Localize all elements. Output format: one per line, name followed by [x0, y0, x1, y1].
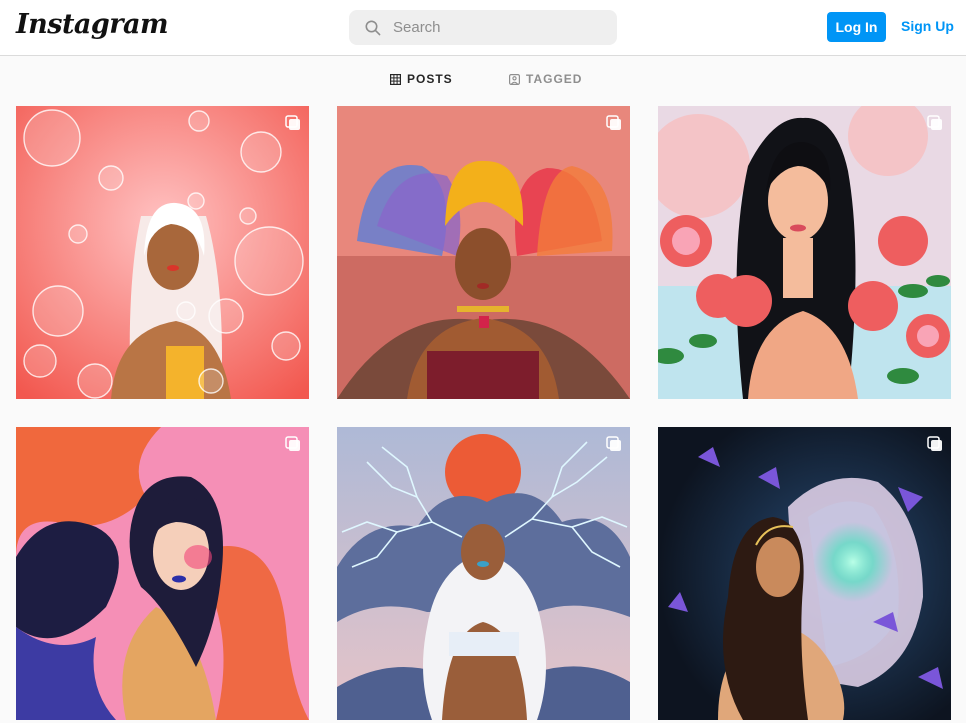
post-thumbnail[interactable]	[16, 427, 309, 720]
signup-link[interactable]: Sign Up	[901, 18, 954, 34]
search-input[interactable]	[391, 18, 595, 37]
post-thumbnail[interactable]	[16, 106, 309, 399]
post-thumbnail[interactable]	[337, 106, 630, 399]
search-icon	[365, 20, 381, 35]
post-thumbnail[interactable]	[658, 106, 951, 399]
login-button[interactable]: Log In	[827, 12, 886, 42]
post-image	[658, 106, 951, 399]
grid-icon	[390, 73, 401, 85]
post-image	[337, 427, 630, 720]
carousel-icon	[606, 436, 621, 451]
carousel-icon	[285, 115, 300, 130]
top-navigation-bar: Instagram Log In Sign Up	[0, 0, 966, 56]
post-image	[16, 106, 309, 399]
post-image	[658, 427, 951, 720]
carousel-icon	[606, 115, 621, 130]
search-box[interactable]	[349, 10, 617, 45]
carousel-icon	[927, 115, 942, 130]
post-image	[16, 427, 309, 720]
tab-posts[interactable]: POSTS	[390, 72, 453, 86]
post-thumbnail[interactable]	[337, 427, 630, 720]
post-thumbnail[interactable]	[658, 427, 951, 720]
tab-tagged[interactable]: TAGGED	[509, 72, 582, 86]
tag-icon	[509, 73, 520, 85]
tab-posts-label: POSTS	[407, 72, 453, 86]
post-image	[337, 106, 630, 399]
tab-tagged-label: TAGGED	[526, 72, 583, 86]
carousel-icon	[285, 436, 300, 451]
carousel-icon	[927, 436, 942, 451]
instagram-logo[interactable]: Instagram	[16, 9, 169, 40]
profile-tabs: POSTS TAGGED	[0, 72, 966, 90]
